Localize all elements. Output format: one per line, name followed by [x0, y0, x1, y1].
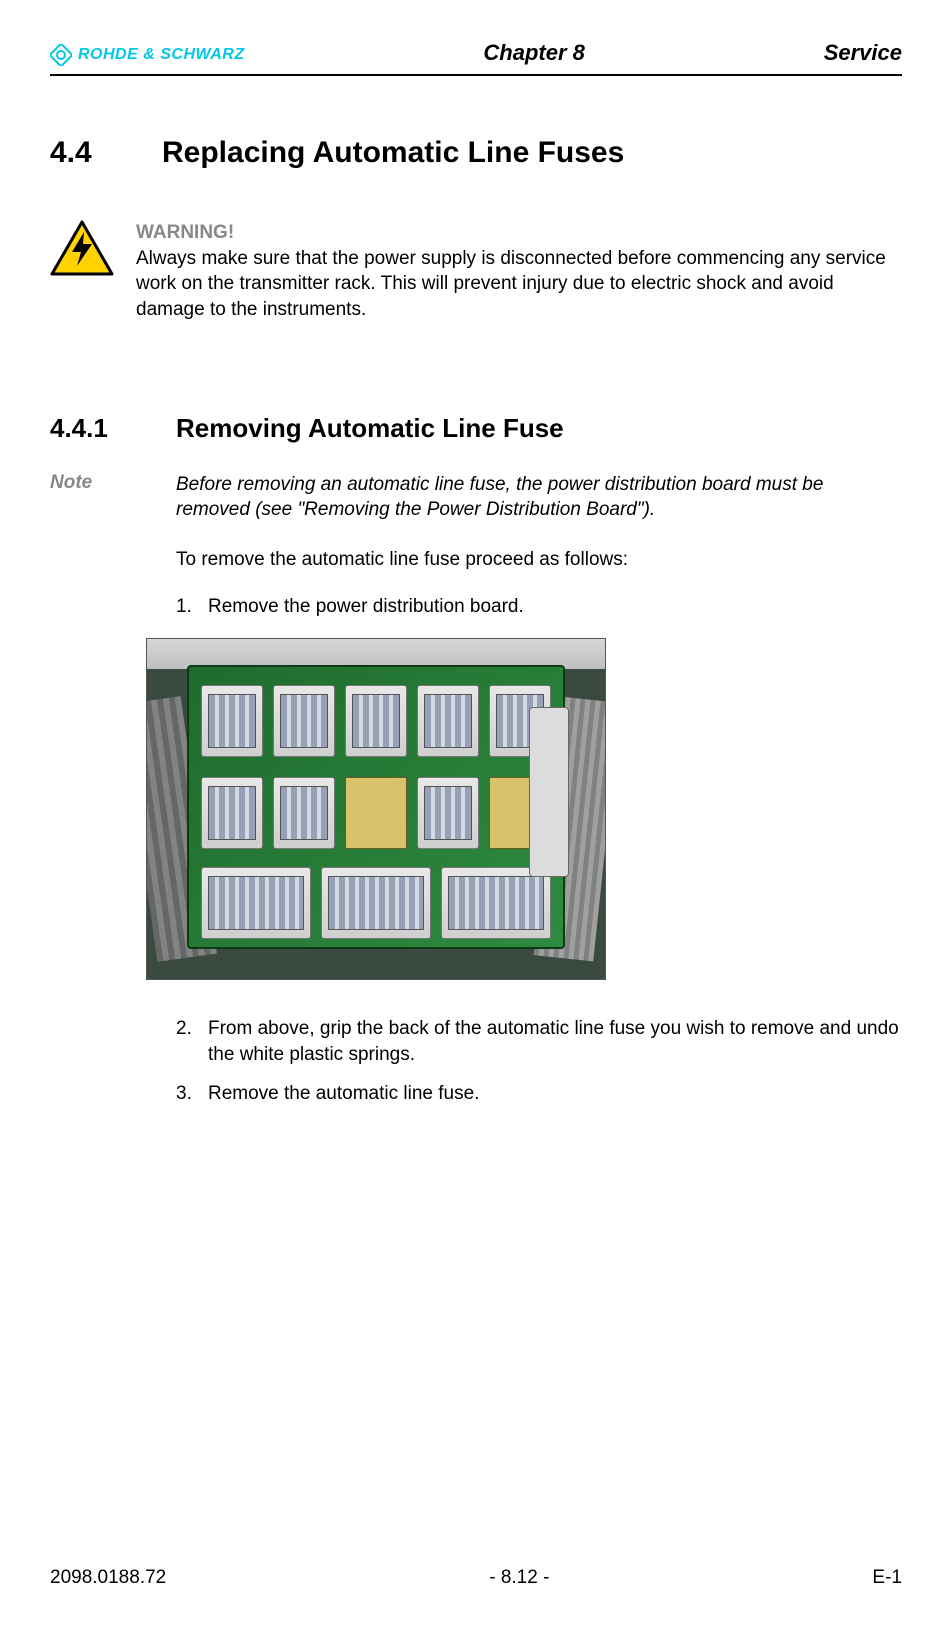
brand-logo: ROHDE & SCHWARZ	[50, 44, 245, 66]
page: ROHDE & SCHWARZ Chapter 8 Service 4.4 Re…	[0, 0, 952, 1629]
list-item: 3. Remove the automatic line fuse.	[176, 1081, 902, 1107]
brand-diamond-icon	[50, 44, 72, 66]
intro-paragraph: To remove the automatic line fuse procee…	[176, 547, 902, 573]
procedure-list-cont: 2. From above, grip the back of the auto…	[176, 1016, 902, 1107]
note-body: Before removing an automatic line fuse, …	[176, 472, 902, 523]
list-item: 1. Remove the power distribution board.	[176, 594, 902, 620]
power-distribution-board-photo	[146, 638, 606, 980]
content: 4.4 Replacing Automatic Line Fuses WARNI…	[50, 76, 902, 1107]
figure	[146, 638, 902, 980]
brand-text: ROHDE & SCHWARZ	[78, 46, 245, 64]
footer-revision: E-1	[872, 1567, 902, 1589]
page-header: ROHDE & SCHWARZ Chapter 8 Service	[50, 40, 902, 72]
list-text: From above, grip the back of the automat…	[208, 1016, 902, 1067]
procedure-list: 1. Remove the power distribution board.	[176, 594, 902, 620]
footer-doc-id: 2098.0188.72	[50, 1567, 166, 1589]
heading-number: 4.4	[50, 136, 122, 170]
list-number: 1.	[176, 594, 198, 620]
warning-icon	[50, 220, 114, 276]
list-text: Remove the power distribution board.	[208, 594, 902, 620]
header-chapter: Chapter 8	[245, 40, 824, 66]
heading-4-4: 4.4 Replacing Automatic Line Fuses	[50, 136, 902, 170]
footer-page-number: - 8.12 -	[489, 1567, 549, 1589]
list-number: 2.	[176, 1016, 198, 1067]
heading-title: Replacing Automatic Line Fuses	[162, 136, 624, 170]
list-number: 3.	[176, 1081, 198, 1107]
body-column: To remove the automatic line fuse procee…	[176, 547, 902, 1107]
header-section-label: Service	[824, 40, 902, 66]
warning-title: WARNING!	[136, 222, 234, 243]
warning-block: WARNING! Always make sure that the power…	[50, 220, 902, 323]
heading-number: 4.4.1	[50, 413, 136, 444]
heading-4-4-1: 4.4.1 Removing Automatic Line Fuse	[50, 413, 902, 444]
list-item: 2. From above, grip the back of the auto…	[176, 1016, 902, 1067]
note-block: Note Before removing an automatic line f…	[50, 472, 902, 523]
note-label: Note	[50, 472, 136, 523]
heading-title: Removing Automatic Line Fuse	[176, 413, 564, 444]
warning-text: WARNING! Always make sure that the power…	[136, 220, 902, 323]
page-footer: 2098.0188.72 - 8.12 - E-1	[50, 1567, 902, 1589]
list-text: Remove the automatic line fuse.	[208, 1081, 902, 1107]
warning-body: Always make sure that the power supply i…	[136, 248, 886, 320]
